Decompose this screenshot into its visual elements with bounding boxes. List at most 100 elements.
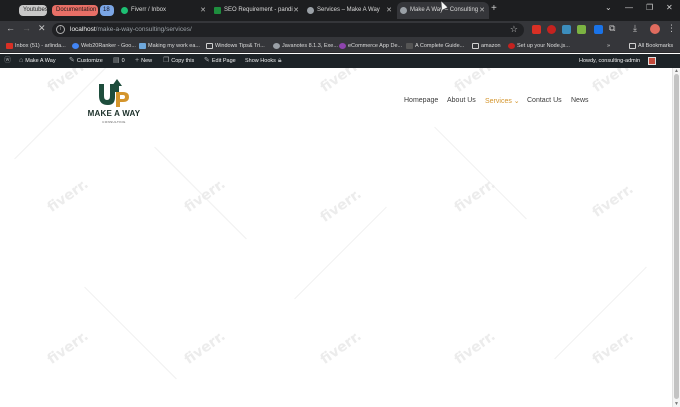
- bookmark-label: All Bookmarks: [638, 43, 674, 49]
- watermark: fiverr.: [451, 68, 499, 96]
- nav-contact-us[interactable]: Contact Us: [527, 97, 562, 104]
- bookmark-web20ranker[interactable]: Web20Ranker - Goo...: [72, 41, 136, 51]
- globe-icon: [273, 43, 280, 49]
- nav-news[interactable]: News: [571, 97, 589, 104]
- minimize-button[interactable]: —: [625, 3, 633, 12]
- browser-toolbar: ← → ✕ i localhost/make-a-way-consulting/…: [0, 21, 680, 39]
- wp-admin-bar: ⓦ ⌂ Make A Way ✎ Customize ▤ 0 + New ❐ Copy t…: [0, 54, 680, 68]
- extension-green-icon[interactable]: [577, 25, 586, 34]
- close-icon[interactable]: ✕: [200, 2, 206, 19]
- dev-icon: [406, 43, 413, 49]
- bookmark-label: eCommerce App De...: [348, 43, 403, 49]
- url-path: /make-a-way-consulting/services/: [95, 26, 192, 33]
- brush-icon: ✎: [69, 57, 75, 64]
- kebab-menu-icon[interactable]: ⋮: [667, 23, 676, 34]
- admin-comments[interactable]: ▤ 0: [113, 56, 125, 66]
- gmail-icon: [6, 43, 13, 49]
- maximize-button[interactable]: ❐: [646, 3, 653, 12]
- folder-icon: [472, 43, 479, 49]
- close-window-button[interactable]: ✕: [666, 3, 673, 12]
- extension-square-icon[interactable]: [594, 25, 603, 34]
- site-icon: [508, 43, 515, 49]
- pencil-icon: ✎: [204, 57, 210, 64]
- admin-copy-this[interactable]: ❐ Copy this: [163, 56, 194, 66]
- admin-edit-page[interactable]: ✎ Edit Page: [204, 56, 236, 66]
- scrollbar-thumb[interactable]: [674, 74, 679, 399]
- avatar[interactable]: [648, 57, 656, 65]
- bookmark-inbox[interactable]: Inbox (51) - arlinda...: [6, 41, 66, 51]
- extension-blue-icon[interactable]: [562, 25, 571, 34]
- watermark: fiverr.: [181, 328, 229, 368]
- watermark: fiverr.: [317, 328, 365, 368]
- profile-avatar[interactable]: [650, 24, 660, 34]
- tab-fiverr-inbox[interactable]: Fiverr / Inbox ✕: [118, 2, 210, 19]
- tab-group-18[interactable]: 18: [100, 5, 114, 16]
- bookmark-javanotes[interactable]: Javanotes 8.1.3, Exe...: [273, 41, 338, 51]
- admin-customize-label: Customize: [76, 58, 103, 64]
- stop-loading-icon[interactable]: ✕: [38, 23, 46, 34]
- tab-group-youtubes[interactable]: Youtubes: [19, 5, 48, 16]
- wordpress-logo-icon[interactable]: ⓦ: [4, 56, 13, 66]
- bookmark-label: A Complete Guide...: [415, 43, 465, 49]
- tab-services[interactable]: Services – Make A Way ✕: [304, 2, 396, 19]
- admin-customize[interactable]: ✎ Customize: [69, 56, 103, 66]
- globe-icon: [307, 7, 314, 14]
- bookmark-label: amazon: [481, 43, 501, 49]
- tab-group-documentation[interactable]: Documentation: [52, 5, 98, 16]
- watermark: fiverr.: [589, 328, 637, 368]
- folder-icon: [206, 43, 213, 49]
- download-icon[interactable]: ⤓: [633, 23, 637, 34]
- back-arrow-icon[interactable]: ←: [6, 23, 15, 33]
- bookmark-ecommerce[interactable]: eCommerce App De...: [339, 41, 402, 51]
- url-text[interactable]: localhost/make-a-way-consulting/services…: [70, 26, 192, 33]
- bookmark-label: Making my work ea...: [148, 43, 200, 49]
- home-icon: ⌂: [19, 57, 24, 64]
- globe-icon: [400, 7, 407, 14]
- chevron-down-icon[interactable]: ⌄: [605, 3, 612, 12]
- close-icon[interactable]: ✕: [386, 2, 392, 19]
- scroll-down-arrow-icon[interactable]: ▼: [674, 401, 679, 407]
- bookmark-making-work[interactable]: Making my work ea...: [139, 41, 200, 51]
- logo-tagline: CONSULTING: [102, 120, 126, 124]
- logo-name: MAKE A WAY: [87, 109, 141, 118]
- close-icon[interactable]: ✕: [479, 2, 485, 19]
- folder-icon: [629, 43, 636, 49]
- lock-icon: 🔒︎: [277, 57, 282, 64]
- tab-title: Services – Make A Way: [317, 7, 380, 13]
- nav-about-us[interactable]: About Us: [447, 97, 476, 104]
- bookmark-star-icon[interactable]: ☆: [510, 24, 518, 35]
- watermark: fiverr.: [589, 68, 637, 96]
- admin-site-name[interactable]: ⌂ Make A Way: [19, 56, 56, 66]
- extension-s-icon[interactable]: [547, 25, 556, 34]
- site-info-icon[interactable]: i: [56, 25, 65, 34]
- bookmark-label: Javanotes 8.1.3, Exe...: [282, 43, 338, 49]
- address-bar[interactable]: i localhost/make-a-way-consulting/servic…: [52, 23, 524, 37]
- page-scrollbar[interactable]: ▲ ▼: [672, 68, 680, 407]
- site-logo[interactable]: MAKE A WAY CONSULTING: [84, 78, 144, 134]
- nav-homepage[interactable]: Homepage: [404, 97, 438, 104]
- bookmark-amazon[interactable]: amazon: [472, 41, 501, 51]
- page-icon: [139, 43, 146, 49]
- close-icon[interactable]: ✕: [293, 2, 299, 19]
- sheets-icon: [214, 7, 221, 14]
- tab-seo-requirement[interactable]: SEO Requirement - pandi ✕: [211, 2, 303, 19]
- fiverr-icon: [121, 7, 128, 14]
- admin-show-hooks[interactable]: Show Hooks 🔒︎: [245, 56, 284, 66]
- all-bookmarks-button[interactable]: All Bookmarks: [629, 41, 673, 51]
- watermark: fiverr.: [44, 176, 92, 216]
- bookmark-windows-tips[interactable]: Windows Tips& Tri...: [206, 41, 265, 51]
- extension-red-icon[interactable]: [532, 25, 541, 34]
- page-content: fiverr. fiverr. fiverr. fiverr. fiverr. …: [0, 68, 672, 407]
- extensions-puzzle-icon[interactable]: ⧉: [609, 23, 615, 34]
- site-icon: [339, 43, 346, 49]
- new-tab-button[interactable]: +: [491, 3, 497, 14]
- admin-new-label: New: [141, 58, 153, 64]
- bookmarks-overflow-button[interactable]: »: [607, 41, 610, 51]
- admin-account-greeting[interactable]: Howdy, consulting-admin: [579, 56, 640, 66]
- nav-services[interactable]: Services ⌄: [485, 97, 520, 105]
- forward-arrow-icon[interactable]: →: [22, 23, 31, 33]
- admin-new[interactable]: + New: [135, 56, 152, 66]
- background-pattern-line: [84, 286, 177, 380]
- bookmark-nodejs[interactable]: Set up your Node.js...: [508, 41, 570, 51]
- bookmark-complete-guide[interactable]: A Complete Guide...: [406, 41, 464, 51]
